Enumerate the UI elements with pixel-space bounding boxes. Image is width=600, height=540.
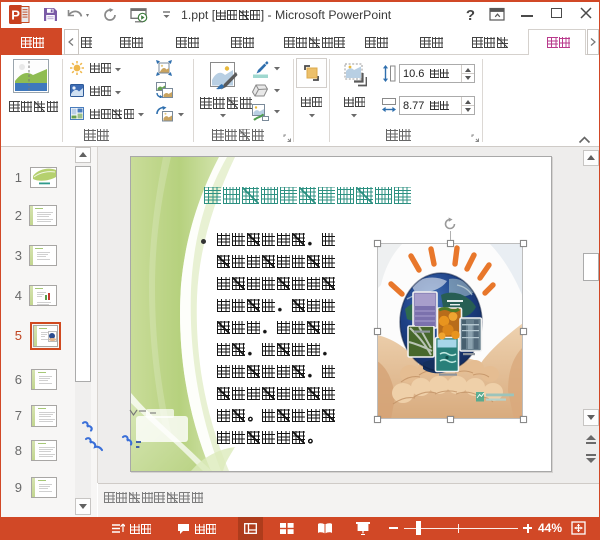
svg-text:P: P xyxy=(11,8,20,23)
